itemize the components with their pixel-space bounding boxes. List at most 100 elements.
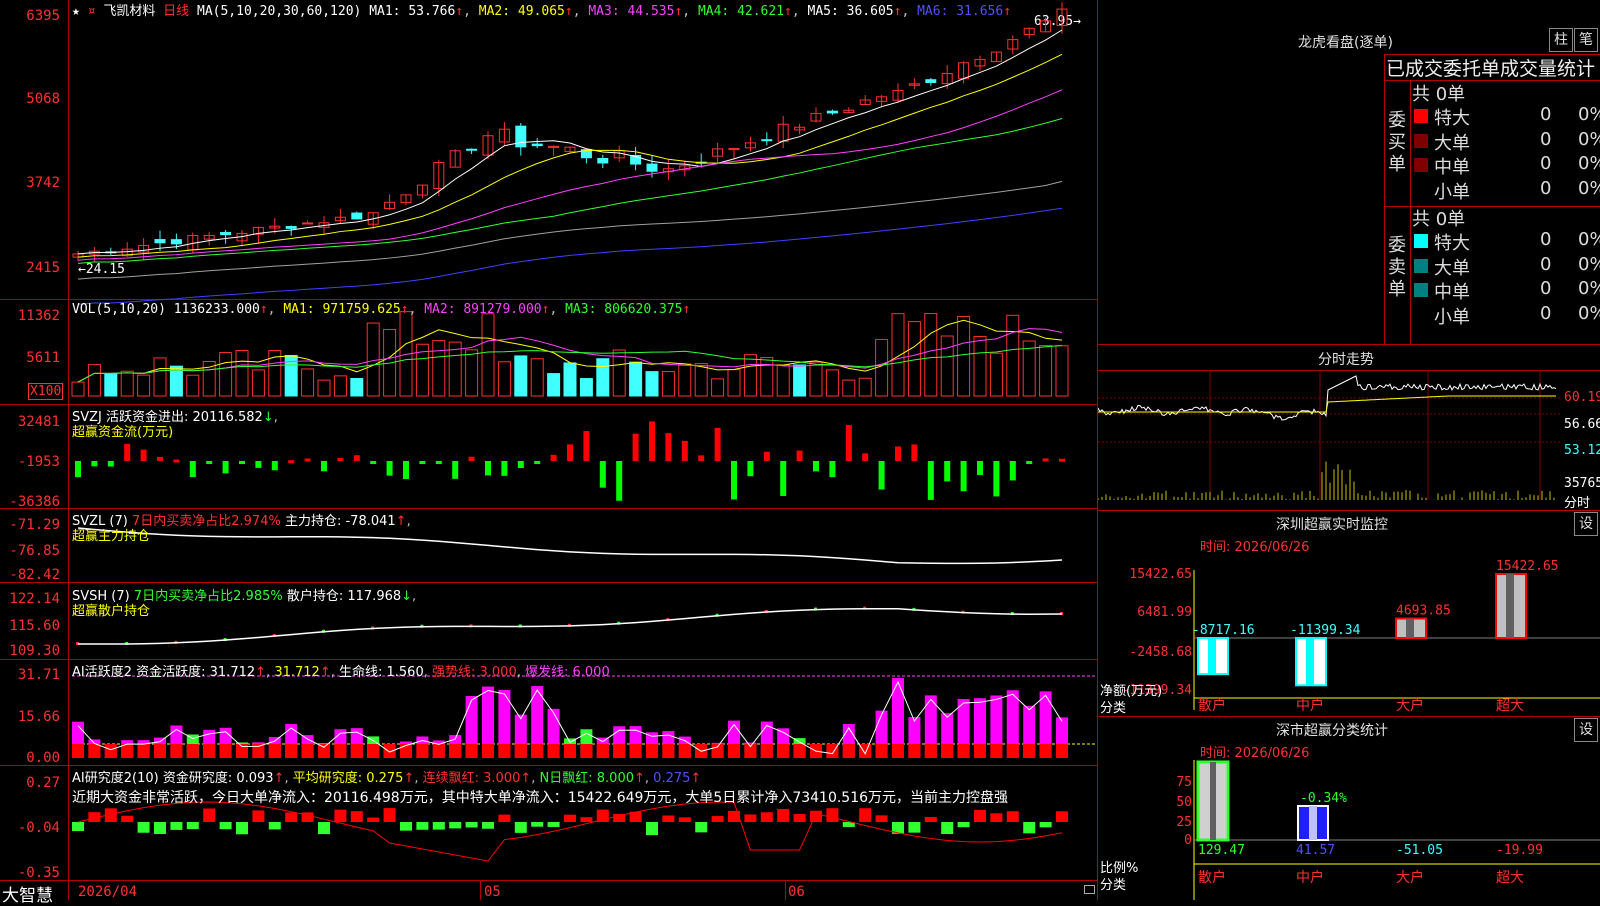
research-bar [137, 822, 150, 833]
activity-base [793, 744, 806, 758]
order-row-pct: 0% [1578, 229, 1600, 250]
research-bar [1023, 822, 1036, 834]
fund-flow-bar [616, 461, 623, 501]
volume-bar [973, 335, 987, 397]
activity-base [875, 744, 888, 758]
fund-flow-bar [304, 458, 311, 462]
monitor-bar-shade [1306, 638, 1314, 686]
order-stats-tab[interactable]: 已成交委托单成交量统计 [1386, 54, 1595, 81]
order-row-count: 0 [1540, 302, 1552, 324]
order-row-name: 中单 [1434, 282, 1470, 303]
svzl-subtitle: 超赢主力持仓 [72, 529, 151, 544]
fund-flow-bar [550, 454, 557, 461]
fund-flow-bar [157, 456, 163, 461]
volume-bar [842, 379, 856, 397]
order-color-swatch [1414, 234, 1428, 248]
fund-flow-bar [501, 461, 508, 476]
research-bar [318, 822, 330, 835]
date-month-05: 05 [484, 884, 501, 900]
date-month-06: 06 [788, 884, 805, 900]
research-bar [826, 808, 839, 822]
activity-base [990, 744, 1003, 758]
class-bar-name: 中户 [1296, 869, 1324, 886]
research-bar [121, 815, 134, 822]
class-mid-label: -0.34% [1300, 791, 1347, 806]
class-bar-value: -19.99 [1496, 843, 1543, 858]
volume-bar [1039, 345, 1053, 397]
class-bar-name: 散户 [1198, 869, 1226, 886]
lock-icon[interactable] [1084, 885, 1095, 894]
brand-label[interactable]: 大智慧 [2, 881, 53, 906]
svzl-line [77, 527, 1063, 565]
ai2-axis-label: 31.71 [17, 667, 60, 683]
order-row-count: 0 [1540, 253, 1552, 275]
volume-bar [678, 363, 692, 397]
svsh-subtitle: 超赢散户持仓 [72, 604, 151, 619]
class-bar-name: 超大 [1496, 870, 1524, 886]
pen-mode-button[interactable]: 笔 [1574, 28, 1598, 52]
svzj-subtitle: 超赢资金流(万元) [72, 425, 174, 440]
svsh-axis-label: 109.30 [9, 643, 60, 659]
sz-monitor-settings-button[interactable]: 设 [1574, 512, 1598, 536]
activity-base [367, 744, 380, 758]
monitor-bar-name: 大户 [1396, 697, 1424, 714]
order-color-swatch [1414, 283, 1428, 297]
activity-base [400, 744, 412, 758]
research-bar [580, 817, 593, 822]
volume-bar [1022, 340, 1036, 397]
activity-base [72, 744, 84, 758]
kline-chart-area[interactable]: ★ ¤ 飞凯材料 日线 MA(5,10,20,30,60,120) MA1: 5… [0, 0, 1098, 906]
volume-bar [727, 369, 741, 397]
sz-class-settings-button[interactable]: 设 [1574, 718, 1598, 742]
order-row-name: 小单 [1434, 181, 1470, 203]
buy-total: 共 0单 [1412, 84, 1466, 105]
candle [466, 148, 478, 151]
volume-bar [317, 379, 331, 397]
fund-flow-bar [288, 460, 295, 464]
activity-base [514, 744, 527, 758]
activity-base [350, 744, 363, 758]
kline-svg [71, 2, 1095, 862]
monitor-bar-value: -11399.34 [1290, 623, 1361, 638]
volume-bar [481, 313, 495, 397]
class-bar-name: 大户 [1396, 869, 1424, 886]
sz-class-title: 深市超赢分类统计 [1276, 723, 1388, 739]
bar-mode-button[interactable]: 柱 [1549, 28, 1573, 52]
fund-flow-bar [386, 461, 393, 476]
candle [351, 212, 363, 220]
research-bar [875, 815, 888, 822]
class-y-label: 50 [1176, 795, 1192, 810]
activity-base [892, 744, 904, 758]
fund-flow-bar [599, 461, 606, 488]
fund-flow-bar [960, 461, 967, 492]
volume-bar [793, 364, 807, 397]
candle [646, 163, 658, 172]
candle [925, 79, 937, 83]
research-bar [744, 814, 757, 822]
research-bar [482, 822, 494, 829]
volume-bar [153, 357, 167, 397]
order-color-swatch [1414, 133, 1428, 148]
activity-base [596, 744, 609, 758]
vol-unit-badge[interactable]: X100 [28, 383, 64, 400]
candle [220, 232, 232, 236]
volume-bar [547, 373, 561, 397]
fund-flow-bar [107, 461, 114, 467]
fund-flow-bar [681, 440, 688, 461]
activity-base [564, 744, 576, 758]
research-bar [367, 817, 380, 822]
activity-base [531, 744, 544, 758]
candle [531, 143, 543, 147]
intraday-chart[interactable] [1098, 370, 1600, 512]
research-bar [941, 822, 954, 834]
activity-base [629, 744, 642, 758]
class-bar-shade [1210, 762, 1216, 840]
research-bar [186, 822, 199, 830]
research-bar [728, 810, 740, 822]
fund-flow-bar [583, 431, 590, 461]
fund-flow-bar [173, 459, 180, 463]
activity-base [957, 744, 970, 758]
activity-base [728, 744, 740, 758]
monitor-bar-shade [1208, 638, 1216, 675]
fund-flow-bar [649, 421, 655, 461]
